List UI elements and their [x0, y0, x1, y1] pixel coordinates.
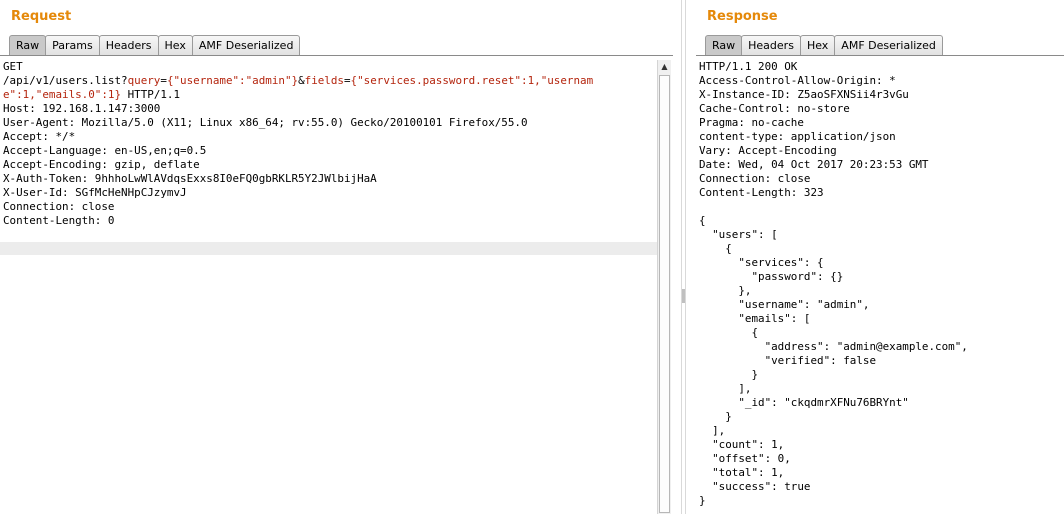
splitter-edge [685, 0, 686, 514]
request-line: GET [3, 60, 593, 74]
request-text: GET/api/v1/users.list?query={"username":… [3, 60, 593, 228]
response-panel: Response Raw Headers Hex AMF Deserialized H… [696, 0, 1064, 514]
response-line: ], [699, 382, 752, 395]
response-line: X-Instance-ID: Z5aoSFXNSii4r3vGu [699, 88, 909, 101]
request-panel: Request Raw Params Headers Hex AMF Deseriali… [0, 0, 673, 514]
request-scrollbar[interactable]: ▲ [657, 60, 671, 514]
response-line: Content-Length: 323 [699, 186, 824, 199]
request-line: X-User-Id: SGfMcHeNHpCJzymvJ [3, 186, 593, 200]
response-line: { [699, 214, 706, 227]
response-line: } [699, 494, 706, 507]
current-line-highlight [0, 242, 657, 255]
request-text-segment: Content-Length: 0 [3, 214, 115, 227]
response-text: HTTP/1.1 200 OK Access-Control-Allow-Orig… [699, 60, 968, 508]
panel-splitter[interactable] [673, 0, 696, 514]
response-line: "username": "admin", [699, 298, 870, 311]
request-tab-hex[interactable]: Hex [157, 35, 193, 55]
request-tab-amf-deserialized[interactable]: AMF Deserialized [191, 35, 301, 55]
request-text-segment: X-Auth-Token: 9hhhoLwWlAVdqsExxs8I0eFQ0g… [3, 172, 377, 185]
request-line: Accept: */* [3, 130, 593, 144]
response-line: { [699, 242, 732, 255]
response-line: "total": 1, [699, 466, 785, 479]
request-line: Accept-Encoding: gzip, deflate [3, 158, 593, 172]
request-text-segment: GET [3, 60, 23, 73]
request-text-segment: User-Agent: Mozilla/5.0 (X11; Linux x86_… [3, 116, 528, 129]
response-line: "_id": "ckqdmrXFNu76BRYnt" [699, 396, 909, 409]
response-line: ], [699, 424, 726, 437]
response-line [699, 200, 968, 214]
request-editor[interactable]: GET/api/v1/users.list?query={"username":… [0, 58, 657, 514]
highlighted-param: {"username":"admin"} [166, 74, 299, 87]
response-line: }, [699, 284, 752, 297]
request-text-segment: Accept: */* [3, 130, 76, 143]
response-line: "success": true [699, 480, 811, 493]
response-line: HTTP/1.1 200 OK [699, 60, 798, 73]
request-tab-divider [0, 55, 673, 56]
request-text-segment: Accept-Language: en-US,en;q=0.5 [3, 144, 207, 157]
request-tab-raw[interactable]: Raw [9, 35, 47, 55]
response-line: Date: Wed, 04 Oct 2017 20:23:53 GMT [699, 158, 929, 171]
highlighted-param: {"services.password.reset":1,"usernam [350, 74, 594, 87]
up-arrow-icon[interactable]: ▲ [659, 61, 670, 73]
highlighted-param: e":1,"emails.0":1} [3, 88, 122, 101]
response-tabbar: Raw Headers Hex AMF Deserialized [705, 35, 943, 56]
request-text-segment: X-User-Id: SGfMcHeNHpCJzymvJ [3, 186, 187, 199]
response-line: Access-Control-Allow-Origin: * [699, 74, 896, 87]
response-line: } [699, 368, 759, 381]
response-editor[interactable]: HTTP/1.1 200 OK Access-Control-Allow-Orig… [696, 58, 1064, 514]
request-line: Content-Length: 0 [3, 214, 593, 228]
request-title: Request [11, 9, 72, 24]
response-line: "users": [ [699, 228, 778, 241]
response-line: "services": { [699, 256, 824, 269]
response-line: "count": 1, [699, 438, 785, 451]
request-tabbar: Raw Params Headers Hex AMF Deserialized [9, 35, 301, 56]
request-line: Accept-Language: en-US,en;q=0.5 [3, 144, 593, 158]
response-line: "verified": false [699, 354, 877, 367]
response-tab-amf-deserialized[interactable]: AMF Deserialized [834, 35, 943, 55]
request-tab-params[interactable]: Params [45, 35, 100, 55]
response-line: "address": "admin@example.com", [699, 340, 968, 353]
response-line: "offset": 0, [699, 452, 791, 465]
scrollbar-thumb[interactable] [659, 75, 670, 513]
request-text-segment: HTTP/1.1 [121, 88, 181, 101]
request-tab-headers[interactable]: Headers [98, 35, 159, 55]
request-text-segment: Host: 192.168.1.147:3000 [3, 102, 161, 115]
response-tab-divider [696, 55, 1064, 56]
response-line: { [699, 326, 759, 339]
response-tab-headers[interactable]: Headers [741, 35, 801, 55]
request-line: Connection: close [3, 200, 593, 214]
response-line: Vary: Accept-Encoding [699, 144, 837, 157]
request-line: Host: 192.168.1.147:3000 [3, 102, 593, 116]
request-line: X-Auth-Token: 9hhhoLwWlAVdqsExxs8I0eFQ0g… [3, 172, 593, 186]
response-line: "emails": [ [699, 312, 811, 325]
splitter-grip-icon[interactable] [682, 289, 685, 303]
response-tab-raw[interactable]: Raw [705, 35, 743, 55]
highlighted-param: query [127, 74, 161, 87]
response-line: Connection: close [699, 172, 811, 185]
response-tab-hex[interactable]: Hex [799, 35, 836, 55]
request-text-segment: /api/v1/users.list? [3, 74, 128, 87]
request-text-segment: Connection: close [3, 200, 115, 213]
response-line: Cache-Control: no-store [699, 102, 850, 115]
highlighted-param: fields [304, 74, 344, 87]
request-text-segment: Accept-Encoding: gzip, deflate [3, 158, 200, 171]
response-title: Response [707, 9, 778, 24]
response-line: Pragma: no-cache [699, 116, 804, 129]
request-line: /api/v1/users.list?query={"username":"ad… [3, 74, 593, 88]
splitter-edge [681, 0, 682, 514]
response-line: } [699, 410, 732, 423]
response-line: content-type: application/json [699, 130, 896, 143]
request-line: User-Agent: Mozilla/5.0 (X11; Linux x86_… [3, 116, 593, 130]
request-line: e":1,"emails.0":1} HTTP/1.1 [3, 88, 593, 102]
response-line: "password": {} [699, 270, 844, 283]
